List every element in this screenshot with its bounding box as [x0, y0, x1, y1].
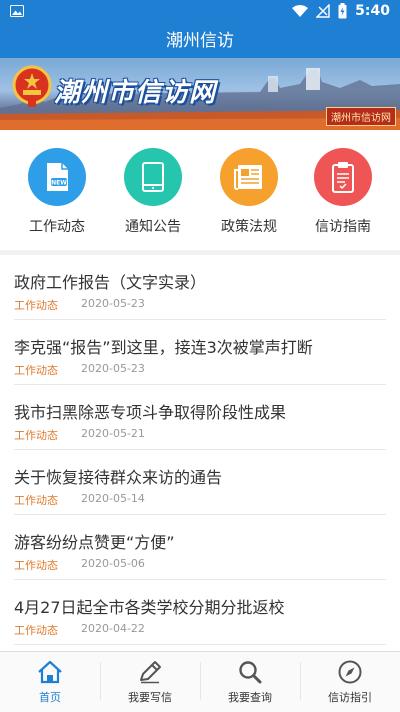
news-title: 我市扫黑除恶专项斗争取得阶段性成果	[14, 403, 287, 422]
quick-links: NEW 工作动态 通知公告 政策法规 信访指南	[0, 130, 400, 250]
tab-label: 首页	[39, 691, 61, 704]
news-date: 2020-05-23	[81, 297, 145, 310]
battery-icon	[338, 3, 347, 19]
news-category: 工作动态	[14, 559, 58, 572]
search-icon	[239, 661, 262, 684]
national-emblem-logo	[12, 65, 52, 107]
compass-icon	[338, 660, 362, 684]
newspaper-icon	[220, 148, 278, 206]
quick-link-guide[interactable]: 信访指南	[298, 148, 388, 236]
tab-query[interactable]: 我要查询	[200, 652, 300, 712]
quick-link-label: 通知公告	[125, 219, 181, 235]
new-document-icon: NEW	[28, 148, 86, 206]
news-date: 2020-04-22	[81, 622, 145, 635]
news-item[interactable]: 4月27日起全市各类学校分期分批返校 工作动态 2020-04-22	[14, 580, 386, 645]
quick-link-label: 工作动态	[29, 219, 85, 235]
tab-label: 信访指引	[328, 691, 372, 704]
quick-link-work-news[interactable]: NEW 工作动态	[12, 148, 102, 236]
news-title: 政府工作报告（文字实录）	[14, 273, 207, 292]
tablet-icon	[124, 148, 182, 206]
tab-guide[interactable]: 信访指引	[300, 652, 400, 712]
news-date: 2020-05-06	[81, 557, 145, 570]
wifi-icon	[292, 4, 309, 17]
quick-link-notices[interactable]: 通知公告	[108, 148, 198, 236]
news-category: 工作动态	[14, 624, 58, 637]
banner-title: 潮州市信访网	[54, 78, 217, 108]
quick-link-policies[interactable]: 政策法规	[204, 148, 294, 236]
quick-link-label: 信访指南	[315, 219, 371, 235]
news-item[interactable]: 李克强“报告”到这里，接连3次被掌声打断 工作动态 2020-05-23	[14, 320, 386, 385]
app-title: 潮州信访	[0, 24, 400, 58]
news-category: 工作动态	[14, 429, 58, 442]
clipboard-icon	[314, 148, 372, 206]
news-title: 关于恢复接待群众来访的通告	[14, 468, 223, 487]
svg-text:NEW: NEW	[51, 180, 67, 187]
news-item[interactable]: 游客纷纷点赞更“方便” 工作动态 2020-05-06	[14, 515, 386, 580]
news-list: 政府工作报告（文字实录） 工作动态 2020-05-23 李克强“报告”到这里，…	[0, 255, 400, 651]
news-date: 2020-05-14	[81, 492, 145, 505]
tab-label: 我要查询	[228, 691, 272, 704]
news-item[interactable]: 关于恢复接待群众来访的通告 工作动态 2020-05-14	[14, 450, 386, 515]
news-category: 工作动态	[14, 364, 58, 377]
news-item[interactable]: 政府工作报告（文字实录） 工作动态 2020-05-23	[14, 255, 386, 320]
news-title: 李克强“报告”到这里，接连3次被掌声打断	[14, 338, 313, 357]
news-category: 工作动态	[14, 494, 58, 507]
news-title: 游客纷纷点赞更“方便”	[14, 533, 175, 552]
bottom-tab-bar: 首页 我要写信 我要查询 信访指引	[0, 651, 400, 712]
signal-icon	[316, 4, 330, 18]
status-bar: 5:40	[0, 0, 400, 24]
pencil-icon	[140, 661, 161, 684]
news-item[interactable]: 我市扫黑除恶专项斗争取得阶段性成果 工作动态 2020-05-21	[14, 385, 386, 450]
banner-stamp: 潮州市信访网	[326, 107, 396, 126]
tab-home[interactable]: 首页	[0, 652, 100, 712]
status-time: 5:40	[355, 3, 390, 19]
news-category: 工作动态	[14, 299, 58, 312]
quick-link-label: 政策法规	[221, 219, 277, 235]
banner[interactable]: 潮州市信访网 潮州市信访网	[0, 58, 400, 130]
news-date: 2020-05-23	[81, 362, 145, 375]
tab-label: 我要写信	[128, 691, 172, 704]
tab-write-letter[interactable]: 我要写信	[100, 652, 200, 712]
home-icon	[38, 660, 62, 684]
news-title: 4月27日起全市各类学校分期分批返校	[14, 598, 285, 617]
image-notification-icon	[10, 5, 24, 17]
news-date: 2020-05-21	[81, 427, 145, 440]
